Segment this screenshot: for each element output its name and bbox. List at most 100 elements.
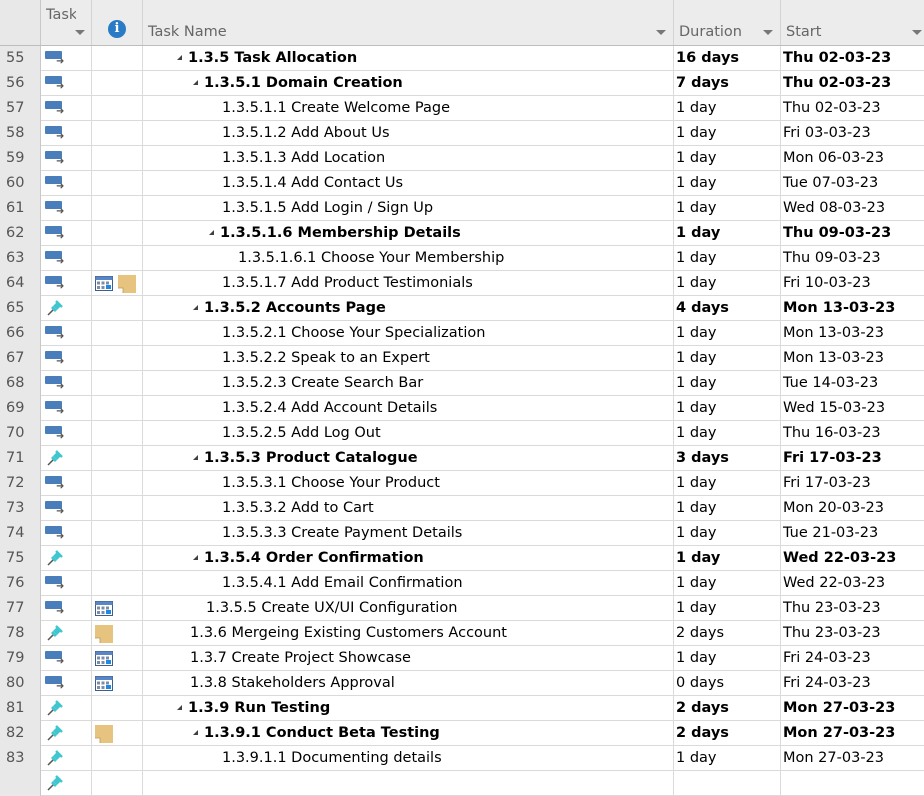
row-number[interactable]: 69	[0, 396, 41, 421]
task-name-cell[interactable]: 1.3.5.4 Order Confirmation	[143, 546, 674, 570]
task-name-cell[interactable]: 1.3.5.1 Domain Creation	[143, 71, 674, 95]
task-mode-cell[interactable]: ➜	[41, 671, 92, 695]
start-cell[interactable]: Tue 07-03-23	[781, 171, 924, 195]
task-mode-cell[interactable]: ➜	[41, 421, 92, 445]
task-mode-cell[interactable]	[41, 296, 92, 320]
task-mode-cell[interactable]: ➜	[41, 321, 92, 345]
row-number[interactable]: 62	[0, 221, 41, 246]
duration-cell[interactable]: 1 day	[674, 221, 781, 245]
task-row[interactable]: 63 ➜ 1.3.5.1.6.1 Choose Your Membership …	[0, 246, 924, 271]
task-name-cell[interactable]: 1.3.8 Stakeholders Approval	[143, 671, 674, 695]
duration-cell[interactable]: 2 days	[674, 621, 781, 645]
task-mode-cell[interactable]: ➜	[41, 396, 92, 420]
start-cell[interactable]: Thu 02-03-23	[781, 96, 924, 120]
duration-cell[interactable]: 16 days	[674, 46, 781, 70]
duration-cell[interactable]: 1 day	[674, 346, 781, 370]
task-name-cell[interactable]: 1.3.5.1.6.1 Choose Your Membership	[143, 246, 674, 270]
task-row[interactable]: 70 ➜ 1.3.5.2.5 Add Log Out 1 day Thu 16-…	[0, 421, 924, 446]
start-cell[interactable]: Thu 02-03-23	[781, 46, 924, 70]
start-cell[interactable]	[781, 771, 924, 795]
row-number[interactable]: 80	[0, 671, 41, 696]
task-row[interactable]: 66 ➜ 1.3.5.2.1 Choose Your Specializatio…	[0, 321, 924, 346]
task-row[interactable]: 81 1.3.9 Run Testing 2 days Mon 27-03-23	[0, 696, 924, 721]
task-mode-cell[interactable]	[41, 746, 92, 770]
start-cell[interactable]: Mon 27-03-23	[781, 746, 924, 770]
duration-cell[interactable]: 7 days	[674, 71, 781, 95]
task-row[interactable]: 56 ➜ 1.3.5.1 Domain Creation 7 days Thu …	[0, 71, 924, 96]
start-cell[interactable]: Fri 17-03-23	[781, 471, 924, 495]
task-row[interactable]: 57 ➜ 1.3.5.1.1 Create Welcome Page 1 day…	[0, 96, 924, 121]
duration-cell[interactable]: 1 day	[674, 396, 781, 420]
task-mode-cell[interactable]: ➜	[41, 271, 92, 295]
task-name-cell[interactable]: 1.3.5 Task Allocation	[143, 46, 674, 70]
duration-cell[interactable]: 1 day	[674, 196, 781, 220]
task-mode-cell[interactable]: ➜	[41, 496, 92, 520]
task-name-cell[interactable]: 1.3.5.2 Accounts Page	[143, 296, 674, 320]
row-number[interactable]: 55	[0, 46, 41, 71]
task-mode-cell[interactable]	[41, 621, 92, 645]
task-name-cell[interactable]: 1.3.5.1.2 Add About Us	[143, 121, 674, 145]
task-name-cell[interactable]: 1.3.5.2.2 Speak to an Expert	[143, 346, 674, 370]
start-cell[interactable]: Thu 23-03-23	[781, 621, 924, 645]
row-number[interactable]: 78	[0, 621, 41, 646]
task-name-cell[interactable]: 1.3.5.3 Product Catalogue	[143, 446, 674, 470]
collapse-toggle-icon[interactable]	[193, 80, 198, 85]
task-row[interactable]: 55 ➜ 1.3.5 Task Allocation 16 days Thu 0…	[0, 46, 924, 71]
task-mode-cell[interactable]	[41, 771, 92, 795]
row-number[interactable]: 74	[0, 521, 41, 546]
column-header-indicators[interactable]: i	[92, 0, 143, 45]
task-name-cell[interactable]: 1.3.5.2.1 Choose Your Specialization	[143, 321, 674, 345]
start-cell[interactable]: Tue 21-03-23	[781, 521, 924, 545]
duration-cell[interactable]: 1 day	[674, 371, 781, 395]
duration-cell[interactable]: 2 days	[674, 696, 781, 720]
task-row[interactable]: 83 1.3.9.1.1 Documenting details 1 day M…	[0, 746, 924, 771]
column-header-start[interactable]: Start	[781, 0, 924, 45]
task-mode-cell[interactable]: ➜	[41, 96, 92, 120]
duration-cell[interactable]: 1 day	[674, 171, 781, 195]
duration-cell[interactable]: 1 day	[674, 571, 781, 595]
task-mode-filter-dropdown-icon[interactable]	[75, 30, 85, 35]
task-row[interactable]: 60 ➜ 1.3.5.1.4 Add Contact Us 1 day Tue …	[0, 171, 924, 196]
start-cell[interactable]: Thu 09-03-23	[781, 221, 924, 245]
start-cell[interactable]: Mon 06-03-23	[781, 146, 924, 170]
task-mode-cell[interactable]: ➜	[41, 221, 92, 245]
duration-filter-dropdown-icon[interactable]	[763, 30, 773, 35]
task-mode-cell[interactable]: ➜	[41, 571, 92, 595]
column-header-duration[interactable]: Duration	[674, 0, 781, 45]
row-number[interactable]: 64	[0, 271, 41, 296]
start-cell[interactable]: Wed 22-03-23	[781, 571, 924, 595]
duration-cell[interactable]: 1 day	[674, 246, 781, 270]
task-row[interactable]: 59 ➜ 1.3.5.1.3 Add Location 1 day Mon 06…	[0, 146, 924, 171]
task-name-cell[interactable]: 1.3.5.1.6 Membership Details	[143, 221, 674, 245]
start-cell[interactable]: Wed 15-03-23	[781, 396, 924, 420]
task-name-cell[interactable]: 1.3.5.5 Create UX/UI Configuration	[143, 596, 674, 620]
task-mode-cell[interactable]	[41, 446, 92, 470]
row-number[interactable]: 68	[0, 371, 41, 396]
task-mode-cell[interactable]: ➜	[41, 521, 92, 545]
column-header-task-mode[interactable]: Task Mode	[41, 0, 92, 45]
duration-cell[interactable]: 1 day	[674, 271, 781, 295]
duration-cell[interactable]: 1 day	[674, 496, 781, 520]
task-mode-cell[interactable]	[41, 721, 92, 745]
duration-cell[interactable]: 1 day	[674, 546, 781, 570]
task-name-cell[interactable]: 1.3.6 Mergeing Existing Customers Accoun…	[143, 621, 674, 645]
task-row[interactable]: 78 1.3.6 Mergeing Existing Customers Acc…	[0, 621, 924, 646]
duration-cell[interactable]: 1 day	[674, 596, 781, 620]
duration-cell[interactable]: 1 day	[674, 146, 781, 170]
row-number[interactable]: 67	[0, 346, 41, 371]
task-row[interactable]: 71 1.3.5.3 Product Catalogue 3 days Fri …	[0, 446, 924, 471]
calendar-constraint-icon[interactable]	[95, 600, 113, 616]
task-name-cell[interactable]: 1.3.5.2.4 Add Account Details	[143, 396, 674, 420]
row-number[interactable]: 81	[0, 696, 41, 721]
collapse-toggle-icon[interactable]	[209, 230, 214, 235]
task-row[interactable]: 72 ➜ 1.3.5.3.1 Choose Your Product 1 day…	[0, 471, 924, 496]
task-mode-cell[interactable]	[41, 696, 92, 720]
column-header-task-name[interactable]: Task Name	[143, 0, 674, 45]
task-mode-cell[interactable]: ➜	[41, 246, 92, 270]
task-row[interactable]: 61 ➜ 1.3.5.1.5 Add Login / Sign Up 1 day…	[0, 196, 924, 221]
row-number[interactable]: 60	[0, 171, 41, 196]
task-mode-cell[interactable]: ➜	[41, 596, 92, 620]
start-cell[interactable]: Mon 20-03-23	[781, 496, 924, 520]
start-cell[interactable]: Mon 27-03-23	[781, 721, 924, 745]
duration-cell[interactable]: 1 day	[674, 121, 781, 145]
